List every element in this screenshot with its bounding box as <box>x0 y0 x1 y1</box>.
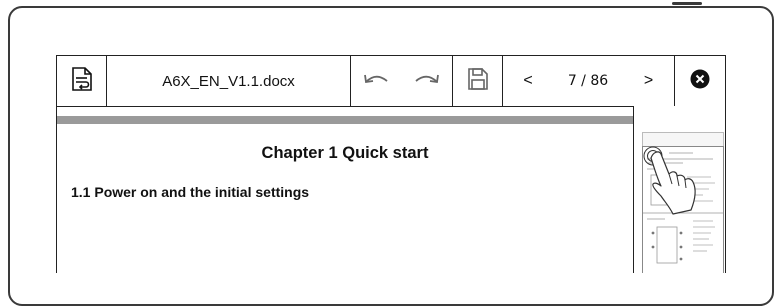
redo-icon <box>413 72 441 91</box>
reflow-icon <box>71 66 93 96</box>
section-title: 1.1 Power on and the initial settings <box>71 184 310 200</box>
prev-page-button[interactable]: < <box>503 56 553 106</box>
undo-button[interactable] <box>351 56 401 106</box>
redo-button[interactable] <box>401 56 453 106</box>
reflow-button[interactable] <box>57 56 107 106</box>
close-icon <box>690 69 710 94</box>
page-indicator: 7 / 86 <box>567 73 609 89</box>
next-page-button[interactable]: > <box>623 56 675 106</box>
page-top-shadow <box>57 116 633 124</box>
chevron-left-icon: < <box>523 72 533 89</box>
chapter-title: Chapter 1 Quick start <box>261 144 429 162</box>
undo-icon <box>362 72 390 91</box>
page-indicator-cell[interactable]: 7 / 86 <box>553 56 623 106</box>
toolbar: A6X_EN_V1.1.docx < 7 / 86 > <box>57 56 725 107</box>
power-button <box>672 2 702 5</box>
close-button[interactable] <box>675 56 725 106</box>
save-button[interactable] <box>453 56 503 106</box>
document-title: A6X_EN_V1.1.docx <box>162 72 295 90</box>
screen: A6X_EN_V1.1.docx < 7 / 86 > Chapter 1 Qu… <box>56 55 726 273</box>
save-icon <box>467 67 489 96</box>
chevron-right-icon: > <box>643 72 654 89</box>
tap-gesture-hand-icon <box>639 134 703 229</box>
document-title-cell: A6X_EN_V1.1.docx <box>107 56 351 106</box>
